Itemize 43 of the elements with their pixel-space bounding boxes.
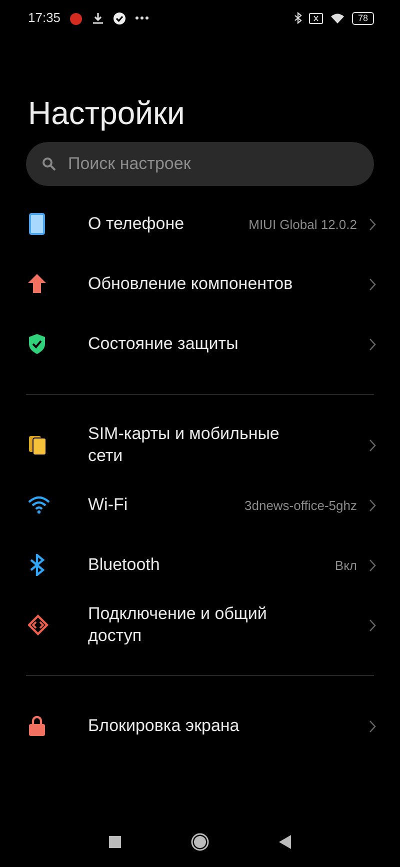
chevron-right-icon: [369, 218, 376, 231]
settings-item[interactable]: Подключение и общий доступ: [0, 595, 400, 656]
wifi-icon: [330, 12, 345, 24]
settings-item[interactable]: О телефоне MIUI Global 12.0.2: [0, 194, 400, 254]
chevron-right-icon: [369, 338, 376, 351]
settings-item[interactable]: Блокировка экрана: [0, 696, 400, 756]
settings-item[interactable]: Bluetooth Вкл: [0, 535, 400, 596]
chevron-right-icon: [369, 278, 376, 291]
download-icon: [92, 12, 104, 24]
settings-item[interactable]: Состояние защиты: [0, 314, 400, 374]
notification-icon: [68, 11, 83, 25]
connection-icon: [28, 614, 50, 636]
home-icon[interactable]: [191, 833, 209, 851]
item-value: Вкл: [334, 556, 357, 575]
battery-level: 78: [352, 12, 374, 24]
no-sim-icon: [308, 12, 323, 24]
status-time: 17:35: [28, 9, 61, 28]
chevron-right-icon: [369, 720, 376, 733]
item-label: Bluetooth: [87, 554, 161, 576]
item-value: 3dnews-office-5ghz: [244, 496, 357, 515]
item-label: Состояние защиты: [87, 333, 240, 356]
item-label: Обновление компонентов: [87, 273, 294, 296]
item-label: SIM-карты и мобильные сети: [87, 423, 280, 468]
settings-item[interactable]: SIM-карты и мобильные сети: [0, 415, 400, 476]
item-label: Блокировка экрана: [87, 715, 240, 738]
chevron-right-icon: [369, 498, 376, 512]
bluetooth-icon: [294, 12, 302, 24]
check-circle-icon: [112, 12, 126, 24]
search-icon: [42, 157, 56, 172]
chevron-right-icon: [369, 558, 376, 572]
item-label: Подключение и общий доступ: [87, 603, 268, 648]
wifi-icon: [28, 494, 50, 516]
settings-item[interactable]: Wi-Fi 3dnews-office-5ghz: [0, 475, 400, 536]
item-value: MIUI Global 12.0.2: [248, 216, 357, 234]
item-label: Wi-Fi: [87, 494, 129, 516]
chevron-right-icon: [369, 618, 376, 632]
chevron-right-icon: [369, 438, 376, 452]
search-field[interactable]: Поиск настроек: [26, 142, 374, 186]
page-title: Настройки: [28, 94, 186, 132]
item-label: О телефоне: [87, 213, 186, 236]
settings-item[interactable]: Обновление компонентов: [0, 254, 400, 314]
more-icon: [134, 16, 149, 20]
back-icon[interactable]: [279, 835, 291, 849]
